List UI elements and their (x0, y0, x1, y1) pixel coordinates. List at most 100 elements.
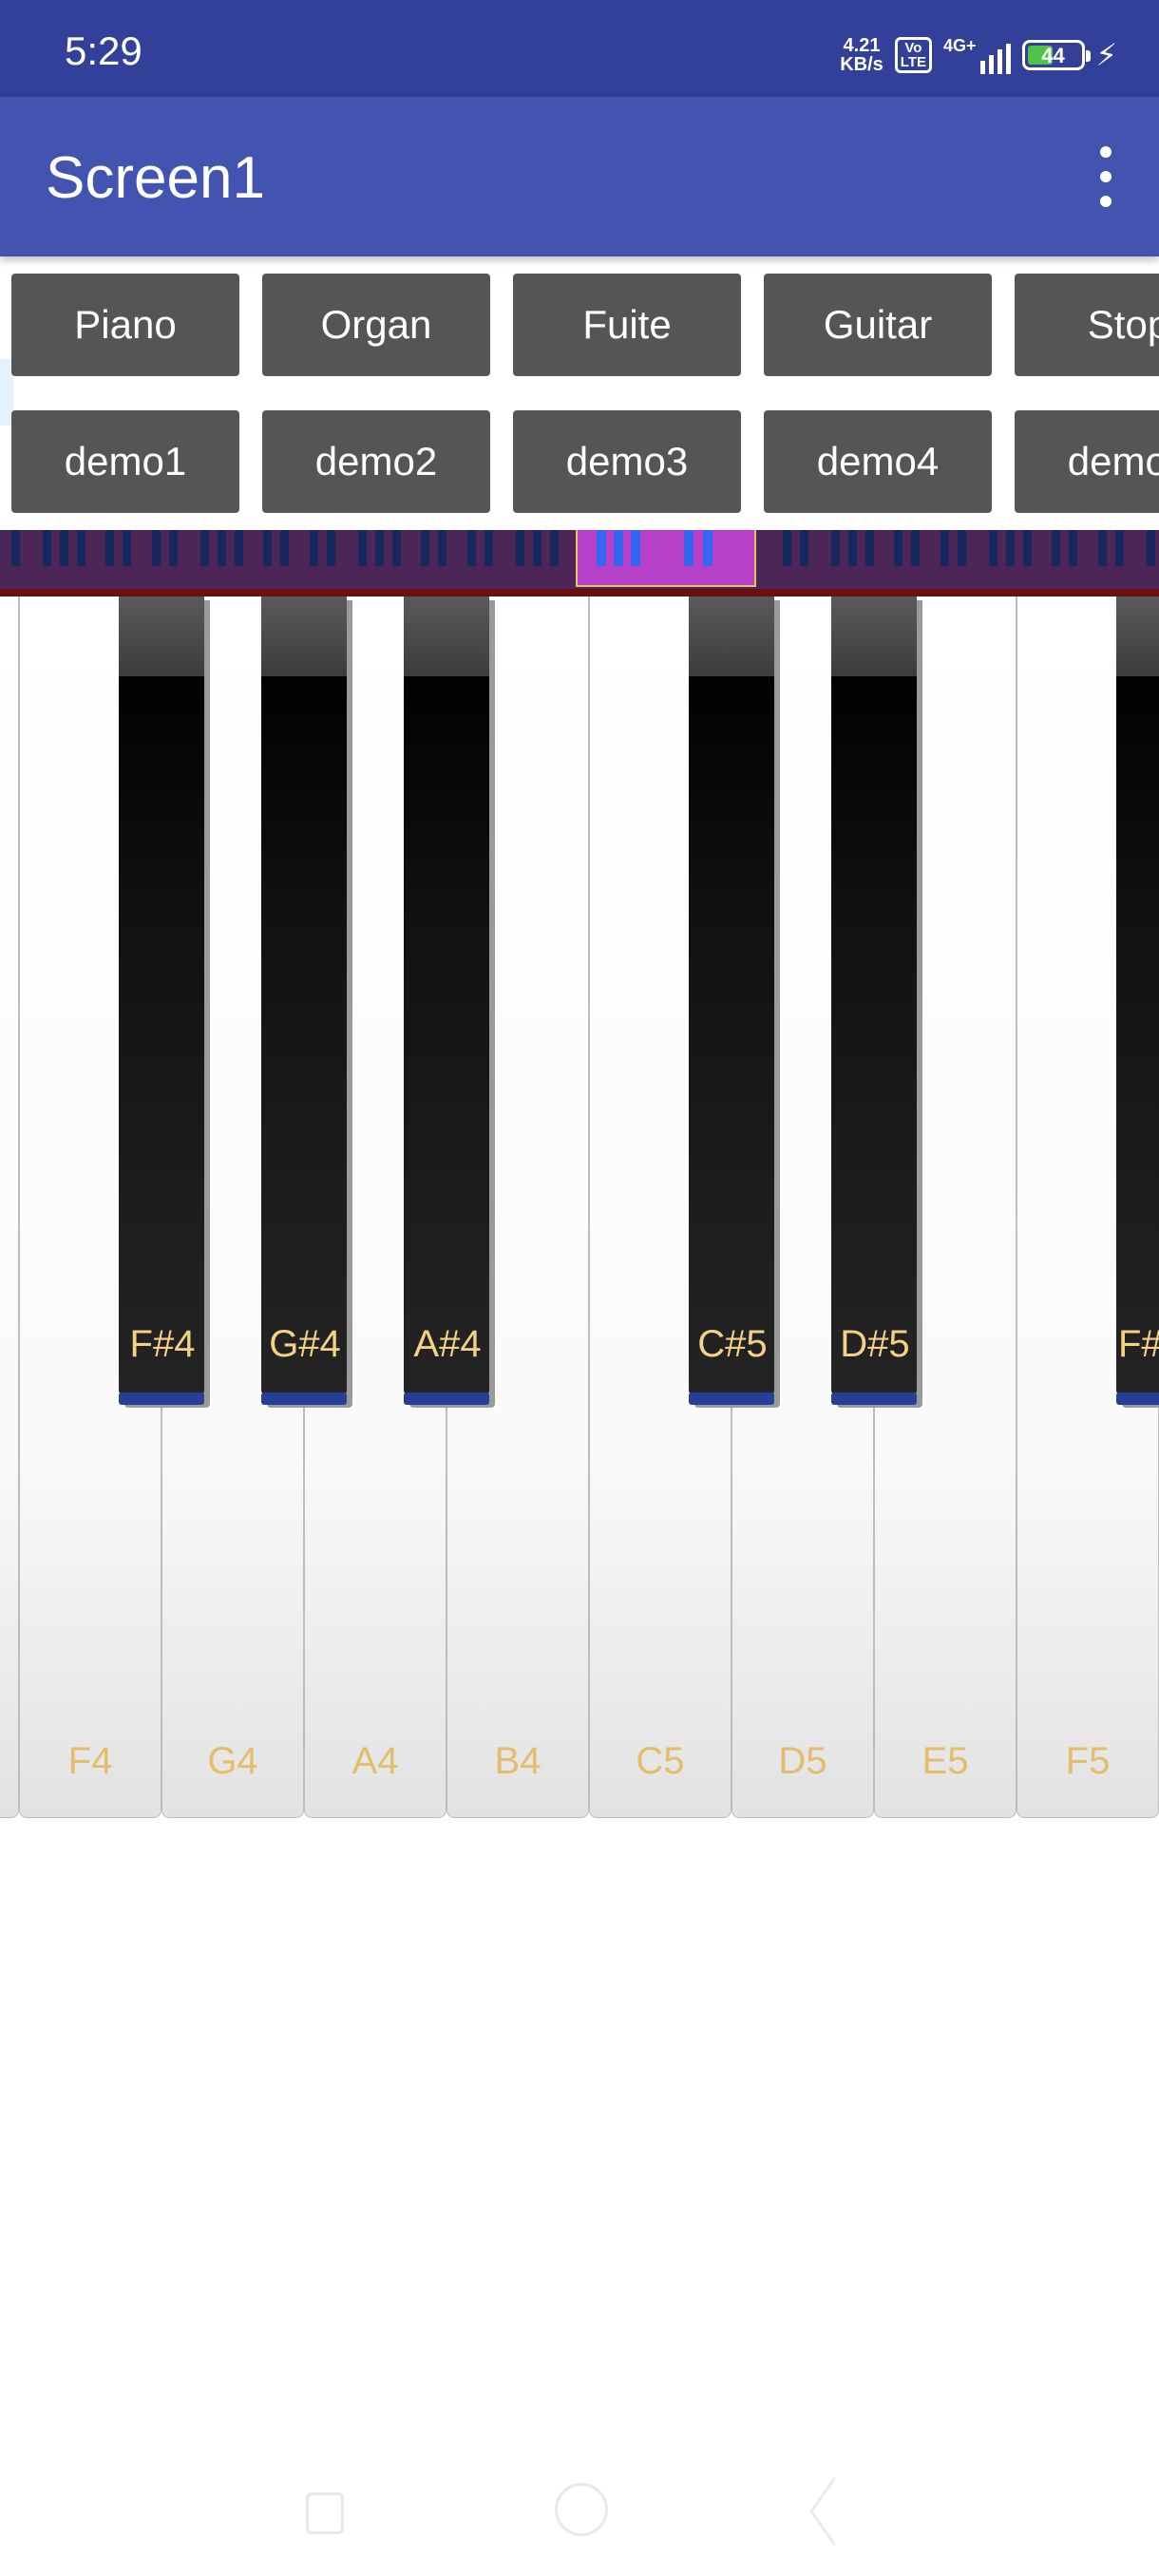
black-key-stripe (404, 1392, 489, 1405)
instrument-button-organ[interactable]: Organ (262, 274, 490, 376)
mini-black-key (911, 530, 920, 566)
black-key-stripe (831, 1392, 917, 1405)
mini-black-key (597, 530, 606, 566)
mini-black-key (438, 530, 446, 566)
status-icons: 4.21 KB/s Vo LTE 4G+ 44 ⚡ (840, 32, 1117, 78)
black-key-body (689, 597, 774, 1394)
white-key-label: C5 (636, 1740, 685, 1782)
mini-black-key (123, 530, 131, 566)
keyboard-viewport-indicator[interactable] (576, 530, 756, 587)
mini-black-key (1006, 530, 1015, 566)
black-key-label: D#5 (840, 1323, 910, 1365)
white-key-label: D5 (778, 1740, 827, 1782)
charging-icon: ⚡ (1095, 38, 1117, 72)
status-bar: 5:29 4.21 KB/s Vo LTE 4G+ 44 ⚡ (0, 0, 1159, 97)
mini-black-key (358, 530, 367, 566)
mini-black-key (169, 530, 178, 566)
signal-icon: 4G+ (943, 36, 1011, 74)
mini-black-key (703, 530, 712, 566)
mini-black-key (958, 530, 966, 566)
mini-black-key (327, 530, 335, 566)
network-speed-unit: KB/s (840, 54, 884, 75)
status-time: 5:29 (65, 28, 142, 73)
mini-black-key (684, 530, 694, 566)
black-key-label: A#4 (413, 1323, 482, 1365)
demo-button-5[interactable]: demo5 (1015, 410, 1159, 513)
black-key-cap (261, 597, 347, 676)
signal-bar (979, 61, 985, 74)
black-key-g-sharp-4[interactable]: G#4 (261, 597, 352, 1408)
mini-black-key (43, 530, 51, 566)
menu-dot (1100, 196, 1112, 207)
demo-button-4[interactable]: demo4 (764, 410, 992, 513)
signal-bar (988, 55, 994, 74)
mini-black-key (152, 530, 161, 566)
mini-black-key (614, 530, 623, 566)
mini-black-key (1115, 530, 1124, 566)
white-key-label: B4 (494, 1740, 542, 1782)
black-key-body (261, 597, 347, 1394)
demo-button-2[interactable]: demo2 (262, 410, 490, 513)
keyboard-top-border (0, 589, 1159, 597)
mini-black-key (533, 530, 542, 566)
black-key-body (404, 597, 489, 1394)
mini-black-key (263, 530, 272, 566)
black-key-cap (1116, 597, 1159, 676)
volte-bottom: LTE (900, 54, 926, 70)
mini-black-key (631, 530, 640, 566)
piano-keyboard: F4 G4 A4 B4 C5 D5 E5 F5 F#4 G#4 A#4 C#5 … (0, 597, 1159, 1822)
mini-black-key (516, 530, 524, 566)
home-icon[interactable] (555, 2483, 608, 2536)
white-key[interactable] (0, 597, 19, 1818)
back-icon[interactable] (809, 2476, 859, 2547)
menu-dot (1100, 171, 1112, 182)
mini-black-key (421, 530, 429, 566)
mini-black-key (940, 530, 949, 566)
white-key-label: F4 (67, 1740, 113, 1782)
instrument-button-flute[interactable]: Fuite (513, 274, 741, 376)
network-speed-value: 4.21 (843, 35, 881, 56)
instrument-button-piano[interactable]: Piano (11, 274, 239, 376)
black-key-stripe (119, 1392, 204, 1405)
signal-bar (997, 49, 1002, 74)
mini-black-key (848, 530, 857, 566)
network-type: 4G+ (943, 36, 977, 55)
mini-black-key (800, 530, 808, 566)
mini-black-key (865, 530, 874, 566)
recent-apps-icon[interactable] (306, 2492, 344, 2534)
network-speed: 4.21 KB/s (840, 36, 884, 74)
black-key-stripe (1116, 1392, 1159, 1405)
system-nav-bar (0, 2470, 1159, 2576)
mini-black-key (550, 530, 559, 566)
demo-button-1[interactable]: demo1 (11, 410, 239, 513)
black-key-c-sharp-5[interactable]: C#5 (689, 597, 780, 1408)
mini-black-key (105, 530, 114, 566)
mini-black-key (894, 530, 902, 566)
volte-top: Vo (904, 40, 922, 56)
stop-button[interactable]: Stop (1015, 274, 1159, 376)
black-key-a-sharp-4[interactable]: A#4 (404, 597, 495, 1408)
battery-level: 44 (1041, 44, 1065, 67)
mini-black-key (989, 530, 998, 566)
signal-bar (1005, 44, 1011, 74)
demo-button-3[interactable]: demo3 (513, 410, 741, 513)
black-key-label: G#4 (269, 1323, 341, 1365)
white-key-label: F5 (1065, 1740, 1111, 1782)
white-key-label: E5 (922, 1740, 969, 1782)
black-key-d-sharp-5[interactable]: D#5 (831, 597, 922, 1408)
demo-button-row: demo1 demo2 demo3 demo4 demo5 (0, 410, 1159, 513)
keyboard-overview-strip[interactable] (0, 530, 1159, 595)
white-key-label: A4 (352, 1740, 399, 1782)
more-vert-icon[interactable] (1094, 146, 1117, 207)
menu-dot (1100, 146, 1112, 158)
black-key-f-sharp-4[interactable]: F#4 (119, 597, 210, 1408)
black-key-f-sharp-5[interactable]: F#5 (1116, 597, 1159, 1408)
mini-black-key (783, 530, 791, 566)
black-key-label: C#5 (697, 1323, 768, 1365)
instrument-button-guitar[interactable]: Guitar (764, 274, 992, 376)
mini-black-key (235, 530, 243, 566)
black-key-cap (119, 597, 204, 676)
volte-icon: Vo LTE (894, 37, 932, 73)
black-key-body (831, 597, 917, 1394)
mini-black-key (280, 530, 289, 566)
